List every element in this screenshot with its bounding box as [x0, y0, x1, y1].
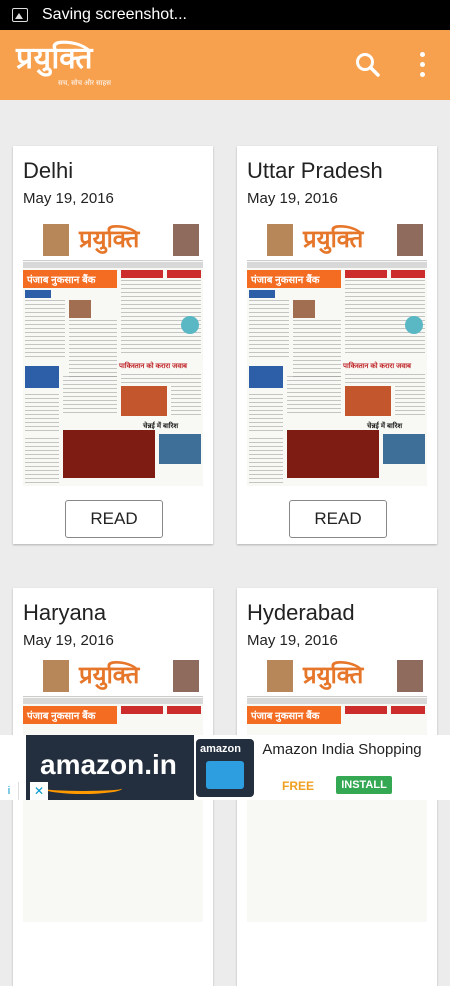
logo-text: प्रयुक्ति	[16, 41, 93, 76]
amazon-smile-icon	[44, 783, 122, 794]
newspaper-thumbnail[interactable]: प्रयुक्ति पंजाब नुकसान बैंक पाकिस्तान को…	[23, 216, 203, 486]
install-button[interactable]: INSTALL	[336, 776, 392, 794]
ad-info-icon[interactable]: i	[0, 782, 19, 800]
read-button[interactable]: READ	[289, 500, 387, 538]
status-text: Saving screenshot...	[42, 6, 187, 23]
app-logo: प्रयुक्ति सच, सोच और साहस	[16, 41, 111, 88]
edition-card-uttar-pradesh[interactable]: Uttar Pradesh May 19, 2016 प्रयुक्ति पंज…	[237, 146, 437, 544]
edition-city: Uttar Pradesh	[247, 158, 383, 183]
ad-title: Amazon India Shopping	[262, 741, 422, 758]
edition-card-delhi[interactable]: Delhi May 19, 2016 प्रयुक्ति पंजाब नुकसा…	[13, 146, 213, 544]
app-bar: प्रयुक्ति सच, सोच और साहस	[0, 30, 450, 100]
ad-brand-panel[interactable]: amazon.in	[26, 735, 194, 800]
edition-date: May 19, 2016	[247, 632, 338, 649]
newspaper-thumbnail[interactable]: प्रयुक्ति पंजाब नुकसान बैंक पाकिस्तान को…	[247, 216, 427, 486]
logo-tagline: सच, सोच और साहस	[58, 80, 111, 87]
status-bar: Saving screenshot...	[0, 0, 450, 30]
overflow-menu-icon[interactable]	[416, 52, 428, 80]
edition-date: May 19, 2016	[23, 632, 114, 649]
ad-brand-logo: amazon.in	[40, 749, 177, 780]
edition-date: May 19, 2016	[23, 190, 114, 207]
edition-city: Delhi	[23, 158, 74, 183]
read-button[interactable]: READ	[65, 500, 163, 538]
ad-app-icon[interactable]: amazon	[196, 739, 254, 797]
edition-city: Haryana	[23, 600, 107, 625]
image-icon	[12, 8, 28, 22]
search-icon[interactable]	[355, 52, 381, 78]
edition-city: Hyderabad	[247, 600, 355, 625]
ad-banner[interactable]: amazon.in i ✕ amazon Amazon India Shoppi…	[0, 735, 450, 800]
ad-close-icon[interactable]: ✕	[30, 782, 48, 800]
cart-icon	[206, 761, 244, 789]
ad-price: FREE	[282, 779, 315, 793]
edition-date: May 19, 2016	[247, 190, 338, 207]
